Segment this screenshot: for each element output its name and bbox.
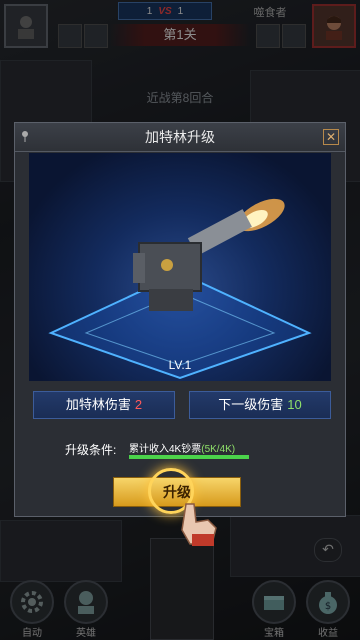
dialog-title: 加特林升级	[15, 123, 345, 152]
weapon-level: LV.1	[168, 358, 192, 372]
next-damage-value: 10	[287, 397, 302, 412]
condition-description: 累计收入4K钞票	[129, 444, 202, 455]
gatling-gun-icon	[133, 198, 285, 311]
progress-bar	[129, 455, 249, 459]
current-damage-box: 加特林伤害 2	[33, 391, 175, 419]
condition-label: 升级条件:	[65, 443, 117, 457]
upgrade-dialog: 加特林升级 ✕ LV.1 加特林伤害 2 下一级伤害 10 升级条件: 累计收入4K…	[14, 122, 346, 517]
close-icon: ✕	[325, 130, 337, 144]
next-damage-box: 下一级伤害 10	[189, 391, 331, 419]
pin-icon	[22, 131, 28, 142]
current-damage-value: 2	[134, 397, 143, 412]
condition-text: 累计收入4K钞票(5K/4K)	[129, 440, 235, 455]
close-button[interactable]: ✕	[323, 129, 339, 145]
condition-progress: (5K/4K)	[201, 444, 236, 455]
progress-bar-fill	[129, 455, 249, 459]
weapon-display: LV.1	[29, 153, 331, 381]
pointing-hand-icon	[181, 503, 217, 546]
current-damage-label: 加特林伤害	[65, 397, 131, 412]
next-damage-label: 下一级伤害	[218, 397, 284, 412]
